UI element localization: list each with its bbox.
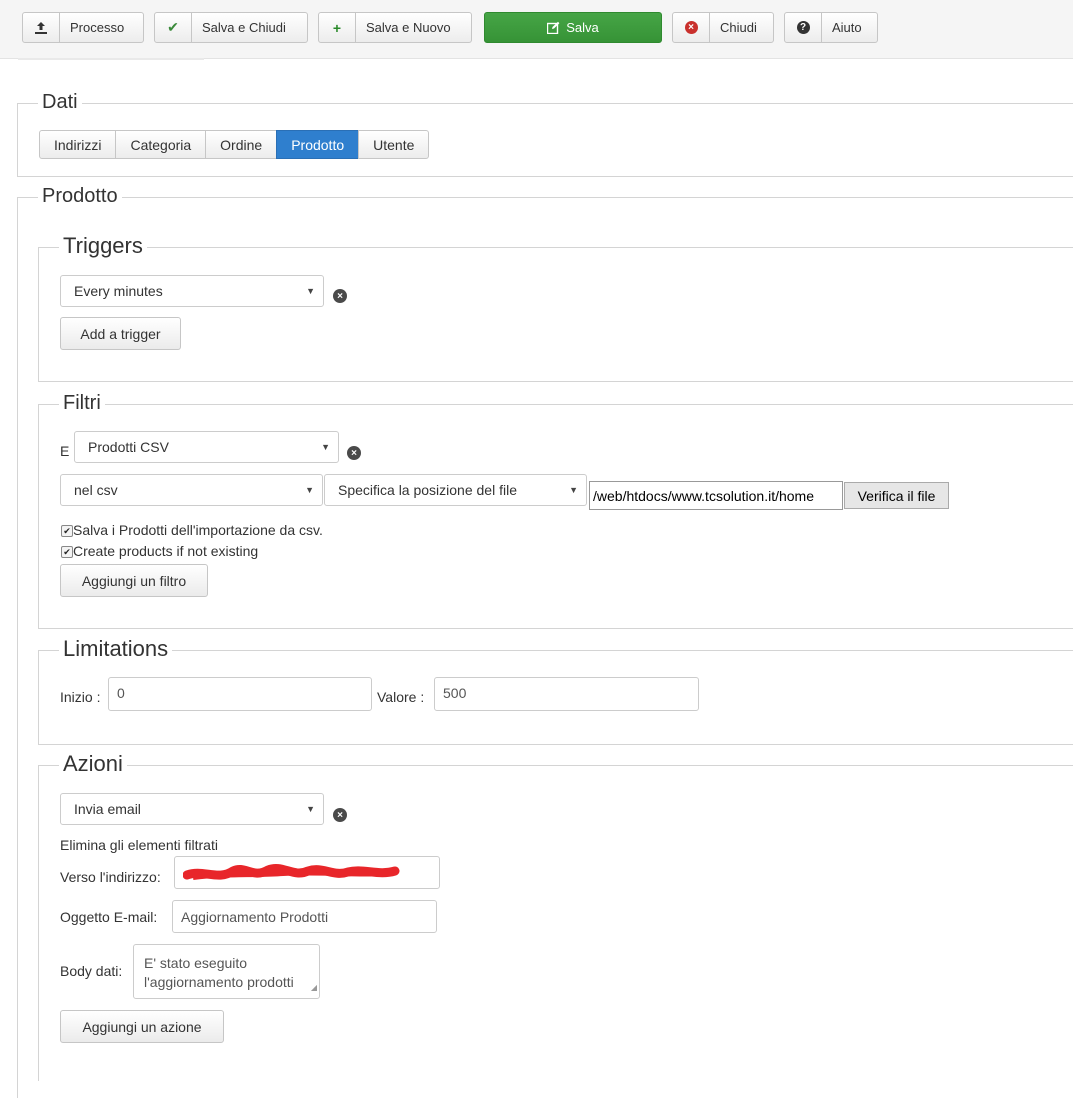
save-new-button[interactable]: + Salva e Nuovo: [318, 12, 472, 43]
processo-button[interactable]: Processo: [22, 12, 144, 43]
azioni-legend: Azioni: [59, 751, 127, 777]
filter-source-select[interactable]: Prodotti CSV ▼: [74, 431, 339, 463]
to-address-label: Verso l'indirizzo:: [60, 869, 161, 885]
to-address-input[interactable]: [174, 856, 440, 889]
dati-tabs: Indirizzi Categoria Ordine Prodotto Uten…: [39, 130, 430, 159]
start-input[interactable]: 0: [108, 677, 372, 711]
body-label: Body dati:: [60, 963, 123, 979]
dati-legend: Dati: [38, 91, 82, 114]
save-close-button[interactable]: ✔ Salva e Chiudi: [154, 12, 308, 43]
triggers-fieldset: [38, 247, 1073, 382]
upload-icon: [23, 13, 60, 42]
remove-trigger-icon[interactable]: ×: [333, 289, 347, 303]
save-new-label: Salva e Nuovo: [366, 20, 451, 35]
remove-filter-icon[interactable]: ×: [347, 446, 361, 460]
file-path-input[interactable]: /web/htdocs/www.tcsolution.it/home: [589, 481, 843, 510]
action-select[interactable]: Invia email ▼: [60, 793, 324, 825]
trigger-select[interactable]: Every minutes ▼: [60, 275, 324, 307]
filter-source-value: Prodotti CSV: [88, 439, 169, 455]
tab-prodotto[interactable]: Prodotto: [276, 130, 360, 159]
action-select-value: Invia email: [74, 801, 141, 817]
file-position-value: Specifica la posizione del file: [338, 482, 517, 498]
trigger-select-value: Every minutes: [74, 283, 163, 299]
file-position-select[interactable]: Specifica la posizione del file ▼: [324, 474, 587, 506]
add-filter-button[interactable]: Aggiungi un filtro: [60, 564, 208, 597]
verify-file-button[interactable]: Verifica il file: [844, 482, 949, 509]
value-input[interactable]: 500: [434, 677, 699, 711]
chevron-down-icon: ▼: [321, 442, 330, 452]
filter-location-value: nel csv: [74, 482, 118, 498]
save-products-label: Salva i Prodotti dell'importazione da cs…: [73, 522, 323, 538]
resize-grip-icon[interactable]: ◢: [311, 978, 317, 997]
subject-input[interactable]: Aggiornamento Prodotti: [172, 900, 437, 933]
toolbar: Processo ✔ Salva e Chiudi + Salva e Nuov…: [0, 0, 1073, 59]
prodotto-legend: Prodotto: [38, 185, 122, 208]
help-label: Aiuto: [832, 20, 862, 35]
plus-icon: +: [319, 13, 356, 42]
processo-label: Processo: [70, 20, 125, 35]
triggers-legend: Triggers: [59, 233, 147, 259]
chevron-down-icon: ▼: [306, 804, 315, 814]
tab-utente[interactable]: Utente: [358, 130, 430, 159]
start-label: Inizio :: [60, 689, 101, 705]
tab-categoria[interactable]: Categoria: [115, 130, 207, 159]
toolbar-shadow: [18, 58, 204, 60]
redacted-scribble: [183, 863, 400, 880]
close-button[interactable]: × Chiudi: [672, 12, 774, 43]
chevron-down-icon: ▼: [306, 286, 315, 296]
filter-location-select[interactable]: nel csv ▼: [60, 474, 323, 506]
remove-action-icon[interactable]: ×: [333, 808, 347, 822]
add-trigger-button[interactable]: Add a trigger: [60, 317, 181, 350]
save-label: Salva: [566, 20, 599, 35]
value-label: Valore :: [377, 689, 425, 705]
add-action-button[interactable]: Aggiungi un azione: [60, 1010, 224, 1043]
chevron-down-icon: ▼: [305, 485, 314, 495]
tab-indirizzi[interactable]: Indirizzi: [39, 130, 117, 159]
subject-label: Oggetto E-mail:: [60, 909, 158, 925]
chevron-down-icon: ▼: [569, 485, 578, 495]
filter-prefix: E: [60, 443, 70, 459]
help-icon: ?: [785, 13, 822, 42]
create-products-label: Create products if not existing: [73, 543, 259, 559]
save-products-checkbox[interactable]: ✔: [61, 525, 73, 537]
save-button[interactable]: Salva: [484, 12, 662, 43]
check-icon: ✔: [155, 13, 192, 42]
filtri-legend: Filtri: [59, 392, 105, 415]
tab-ordine[interactable]: Ordine: [205, 130, 278, 159]
create-products-checkbox[interactable]: ✔: [61, 546, 73, 558]
help-button[interactable]: ? Aiuto: [784, 12, 878, 43]
body-textarea[interactable]: E' stato eseguito l'aggiornamento prodot…: [133, 944, 320, 999]
save-close-label: Salva e Chiudi: [202, 20, 286, 35]
edit-icon: [547, 13, 560, 42]
body-text: E' stato eseguito l'aggiornamento prodot…: [144, 955, 294, 990]
close-circle-icon: ×: [673, 13, 710, 42]
limitations-legend: Limitations: [59, 636, 173, 662]
close-label: Chiudi: [720, 20, 757, 35]
delete-filtered-text: Elimina gli elementi filtrati: [60, 837, 218, 853]
